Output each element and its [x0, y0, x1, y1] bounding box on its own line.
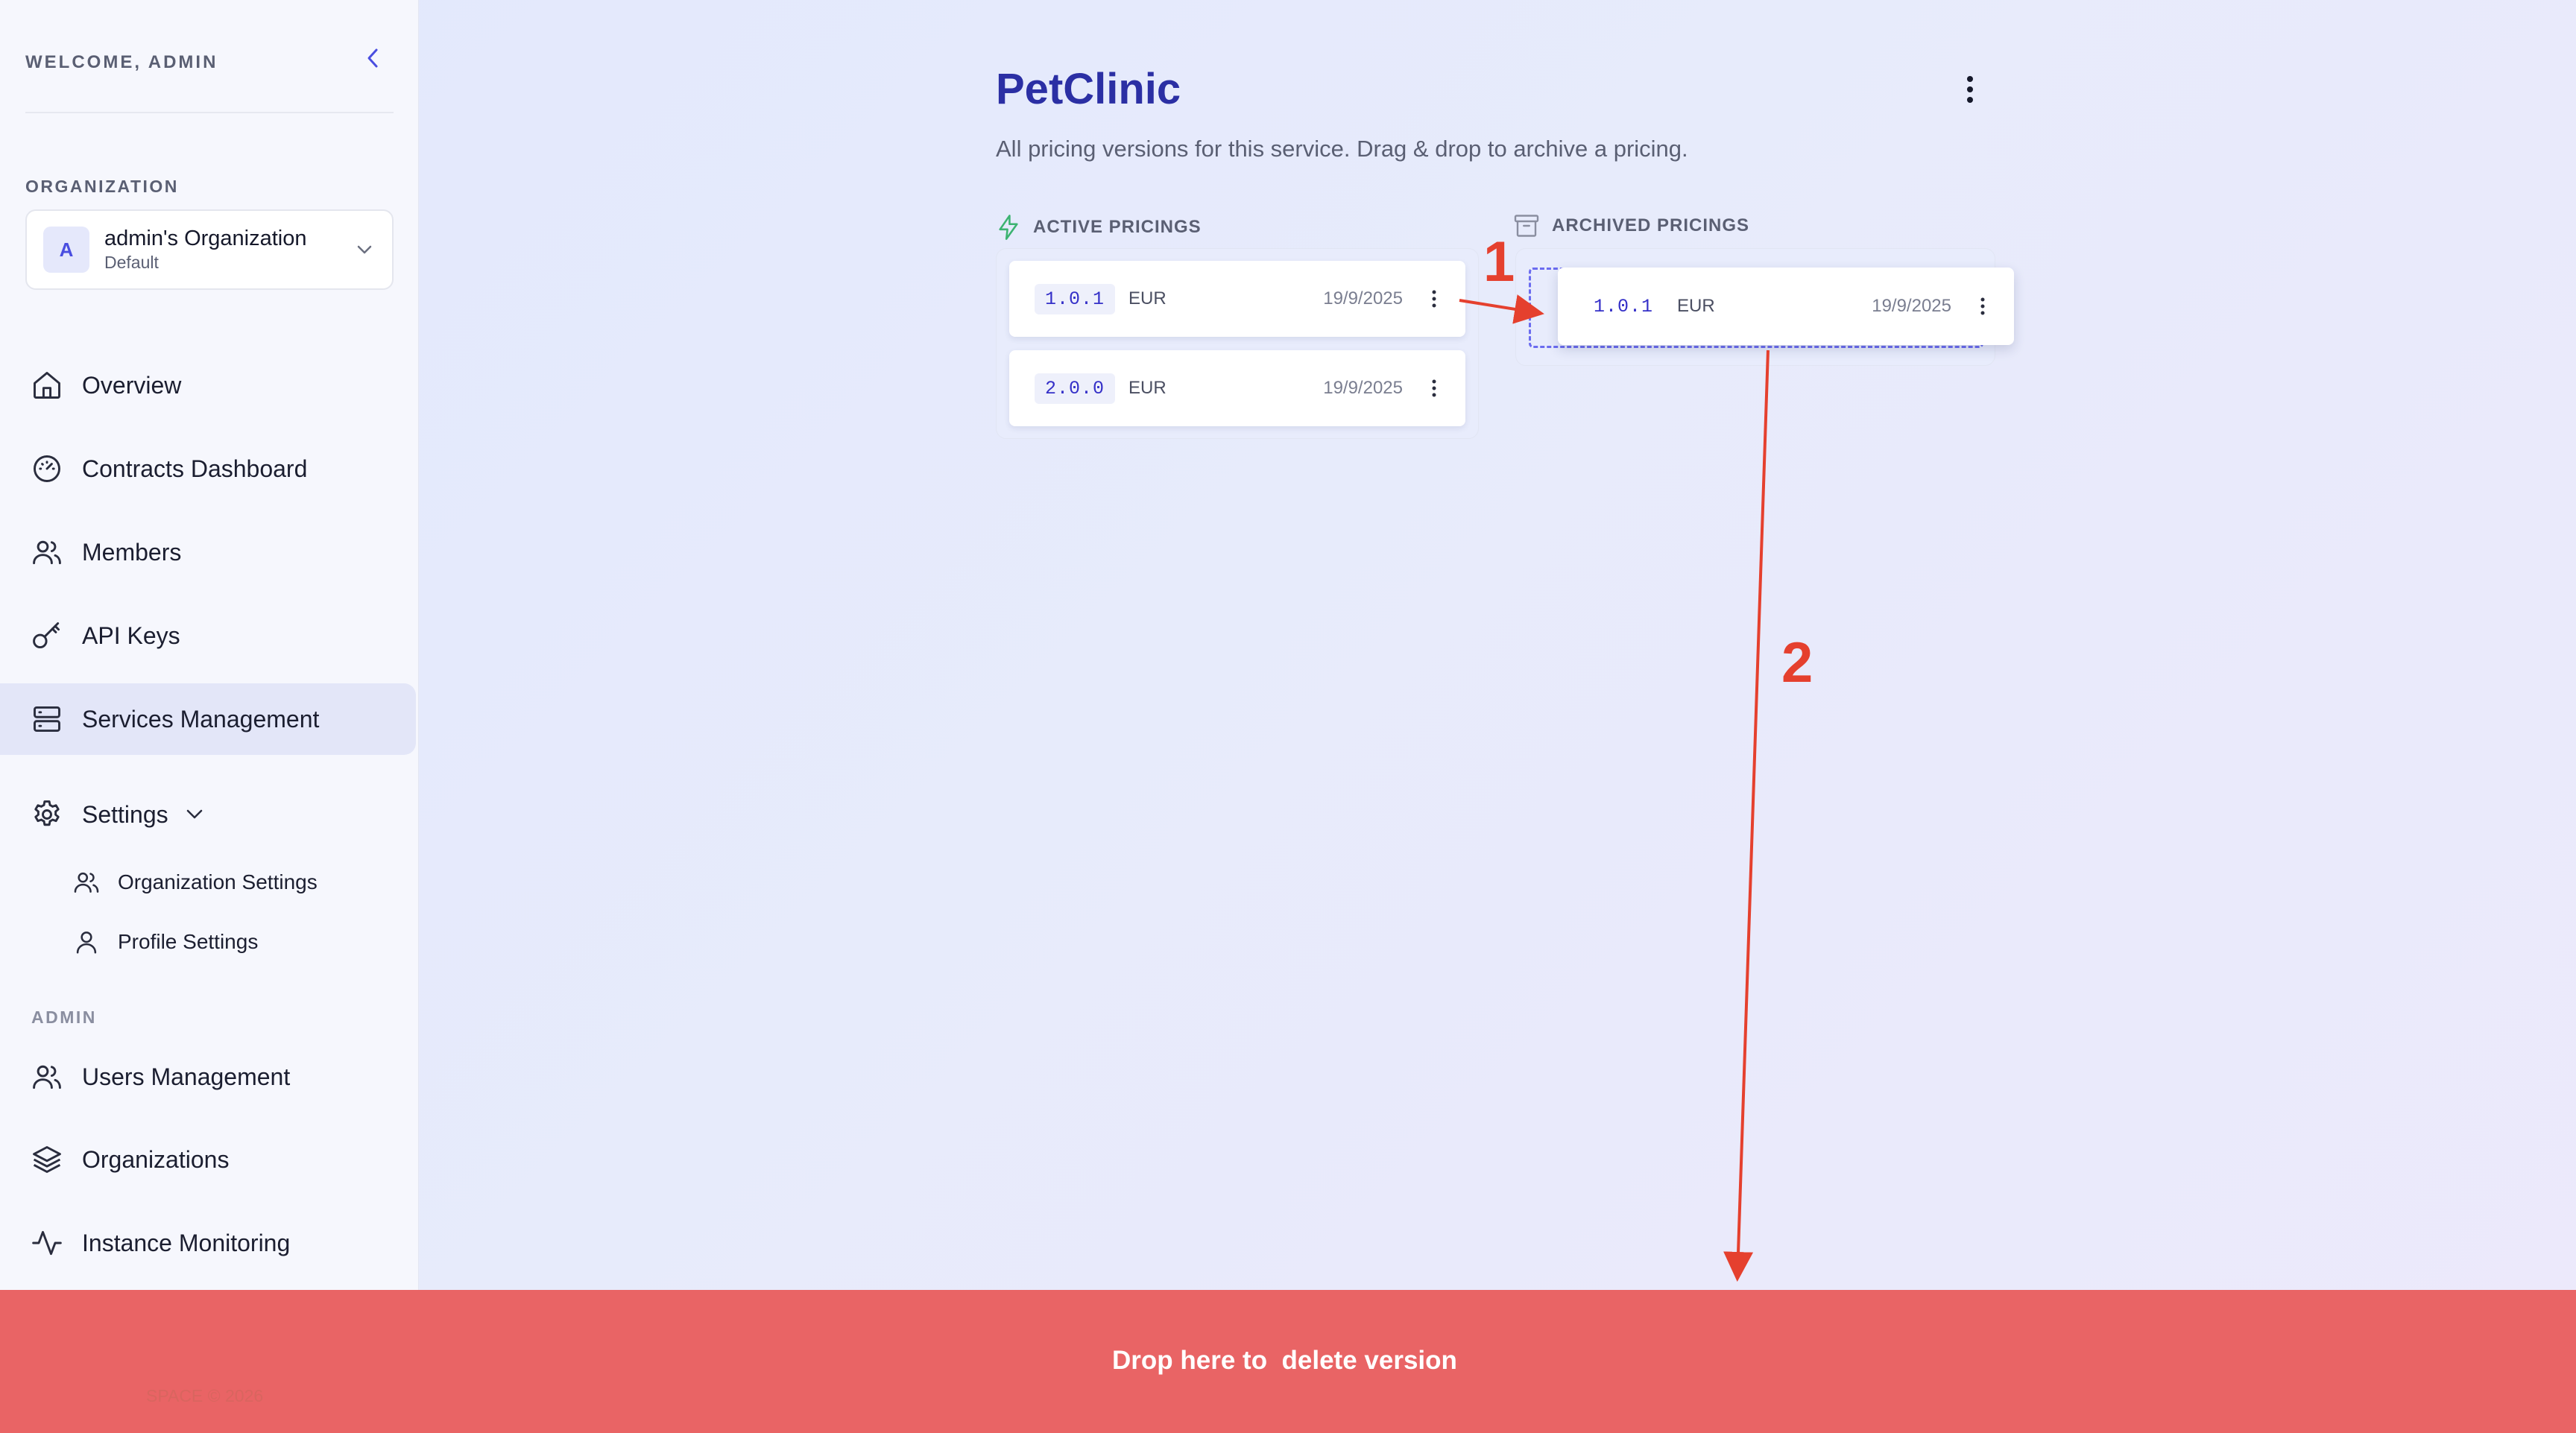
arrow-step-1 — [1459, 294, 1544, 324]
delete-drop-zone-label: Drop here to delete version — [1112, 1346, 1457, 1375]
footer-copyright: SPACE © 2026 — [146, 1386, 264, 1405]
annotation-arrows — [1459, 294, 1770, 1282]
annotation-step-2: 2 — [1781, 631, 1813, 695]
annotation-step-1: 1 — [1483, 230, 1515, 294]
arrow-step-2 — [1723, 349, 1770, 1282]
